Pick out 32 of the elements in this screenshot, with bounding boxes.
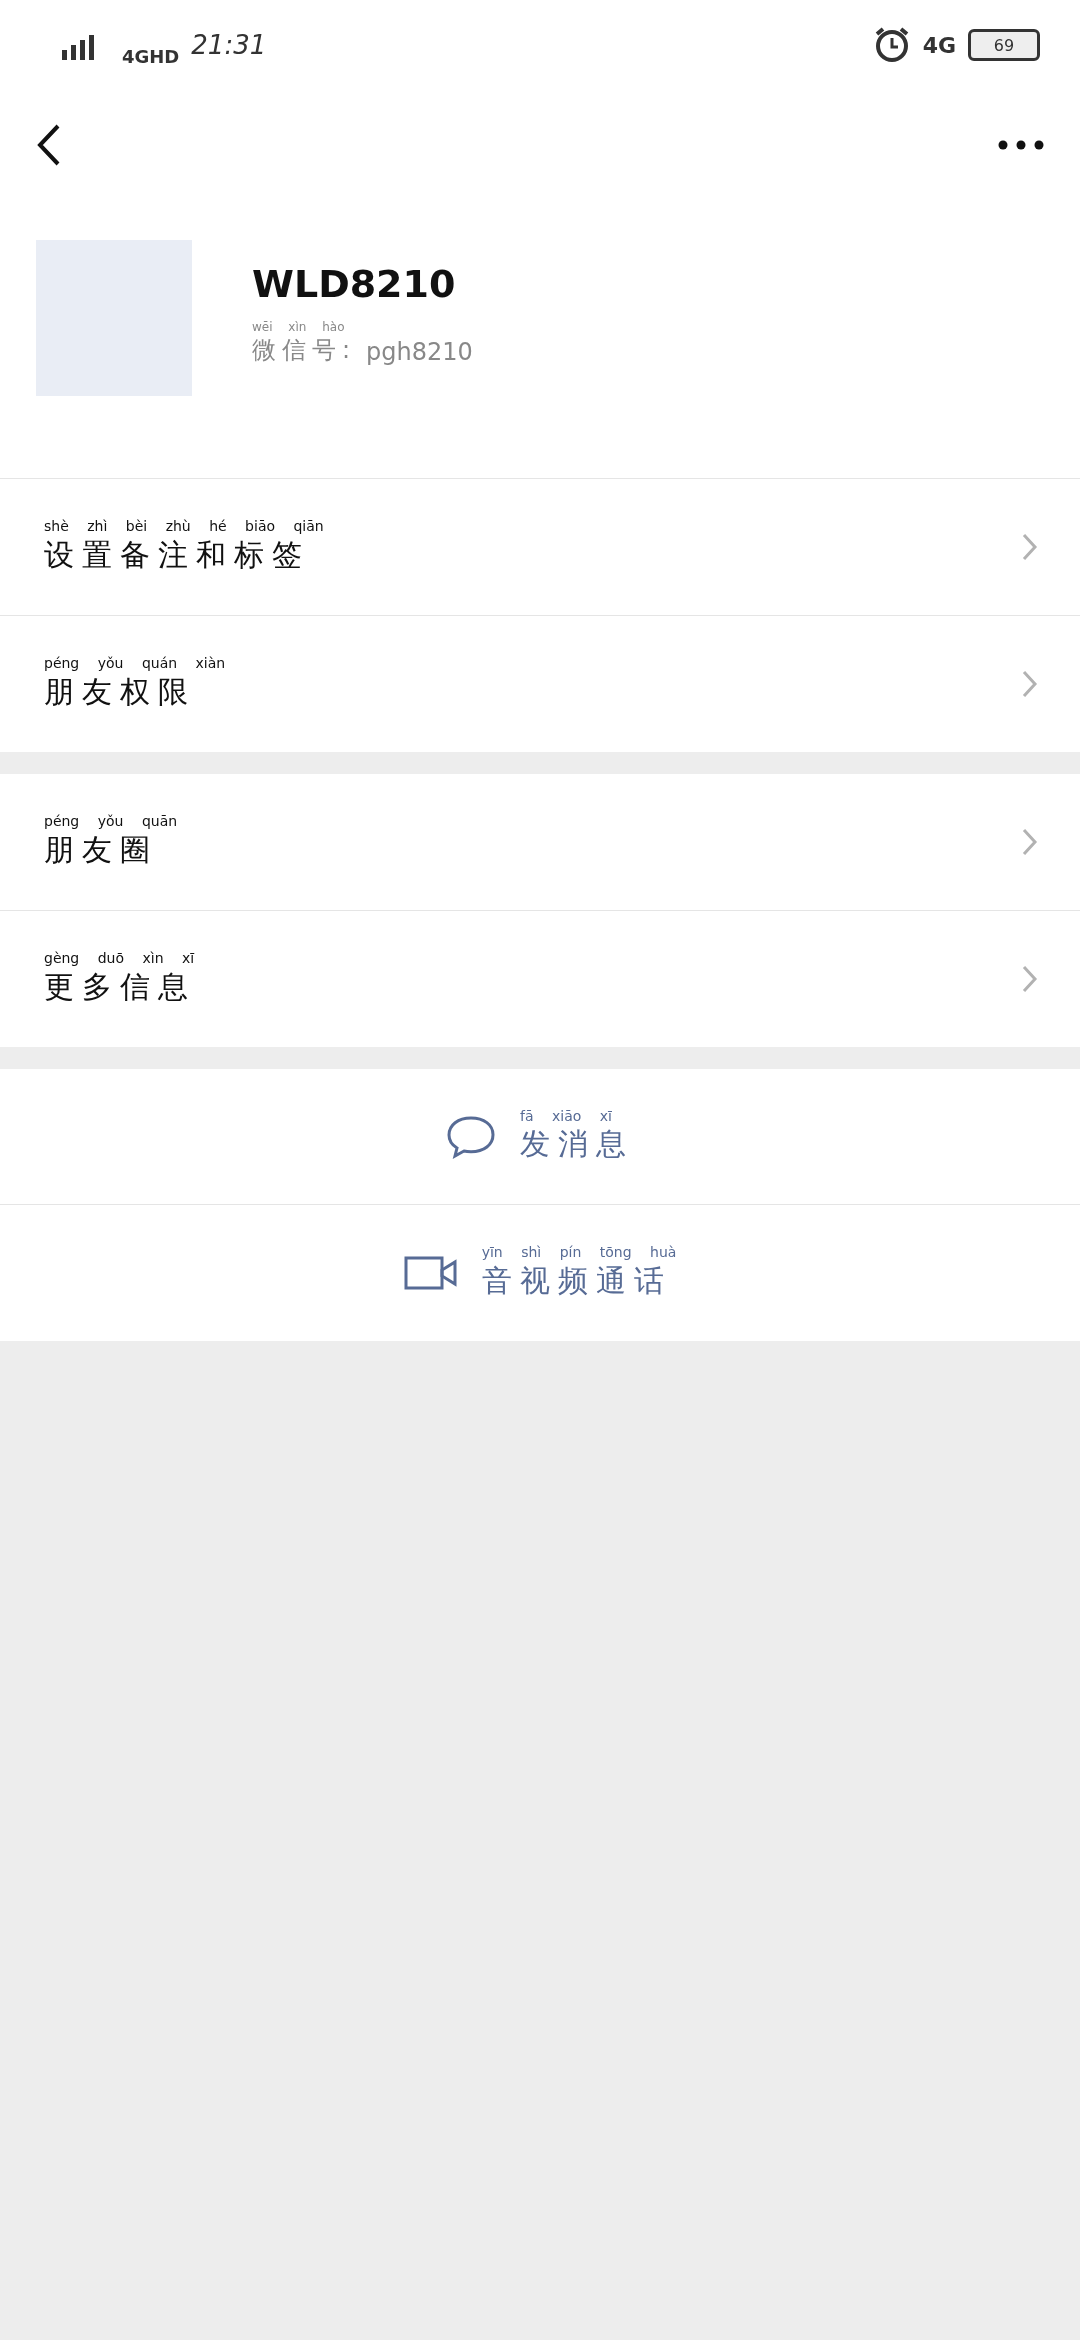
menu-label: 更多信息 [44,967,196,1006]
menu-label: 设置备注和标签 [44,535,310,574]
chevron-icon [1022,670,1038,698]
pinyin-annotation: shè zhì bèi zhù hé biāo qiān [44,518,324,535]
profile-name: WLD8210 [252,262,457,306]
wechat-id-label: 微信号: [252,335,357,367]
clock-time: 21:31 [191,30,267,60]
action-label: 发消息 [520,1125,634,1164]
menu-label: 朋友权限 [44,672,196,711]
menu-row[interactable]: péng yǒu quān 朋友圈 [0,774,1080,911]
network-label: 4G [922,32,956,58]
chevron-icon [1022,828,1038,856]
menu-label: 朋友圈 [44,830,158,869]
pinyin-annotation: wēi xìn hào [252,320,345,335]
chat-bubble-icon [446,1114,496,1159]
pinyin-annotation: péng yǒu quán xiàn [44,655,226,672]
chevron-icon [1022,965,1038,993]
pinyin-annotation: fā xiāo xī [520,1107,612,1125]
menu-row[interactable]: péng yǒu quán xiàn 朋友权限 [0,616,1080,752]
pinyin-annotation: gèng duō xìn xī [44,950,195,967]
video-camera-icon [403,1255,458,1291]
menu-row[interactable]: shè zhì bèi zhù hé biāo qiān 设置备注和标签 [0,479,1080,616]
wechat-id-value: pgh8210 [366,338,473,367]
back-icon [36,123,62,167]
menu-row[interactable]: gèng duō xìn xī 更多信息 [0,911,1080,1047]
network-label: 4GHD [122,45,180,67]
pinyin-annotation: péng yǒu quān [44,813,178,830]
action-label: 音视频通话 [481,1261,672,1300]
more-icon [998,140,1044,150]
chevron-icon [1022,533,1038,561]
battery-percent: 69 [993,35,1015,55]
pinyin-annotation: yīn shì pín tōng huà [481,1244,677,1261]
